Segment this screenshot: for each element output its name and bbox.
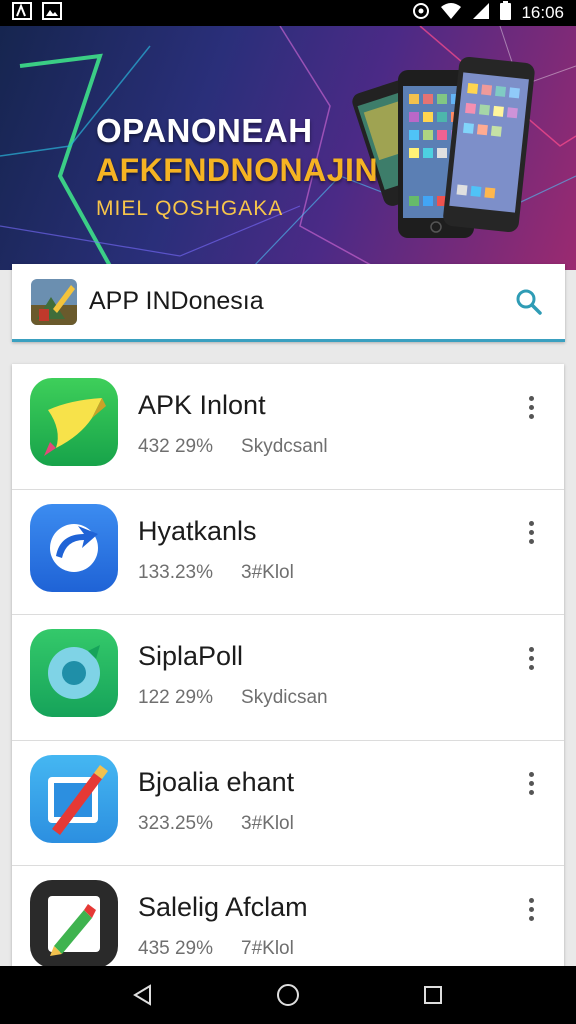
app-stat: 435 29% (138, 938, 214, 959)
home-icon (276, 984, 299, 1006)
banner-subheadline: AFKFNDNONAJIN (96, 152, 379, 188)
pencil-icon (30, 880, 118, 968)
app-stat: 122 29% (138, 687, 214, 708)
hotspot-icon (412, 2, 430, 25)
recents-button[interactable] (413, 975, 453, 1015)
battery-icon (500, 1, 512, 25)
banner-headline: OPANONEAH (96, 112, 313, 149)
app-store-title: APP INDonesıa (89, 287, 264, 315)
wifi-icon (440, 2, 462, 25)
app-stat: 323.25% (138, 812, 214, 834)
navigation-bar (0, 966, 576, 1024)
app-developer: 3#Klol (241, 561, 294, 583)
app-search-bar[interactable]: APP INDonesıa (12, 264, 565, 342)
search-button[interactable] (509, 282, 549, 322)
app-name: Bjoalia ehant (138, 766, 295, 797)
banner-tagline: MIEL QOSHGAKA (96, 197, 284, 220)
home-button[interactable] (268, 975, 308, 1015)
list-item[interactable]: APK Inlont 432 29% Skydcsanl (12, 364, 564, 490)
app-developer: 3#Klol (241, 812, 294, 834)
app-developer: Skydicsan (241, 687, 328, 708)
app-name: APK Inlont (138, 390, 266, 420)
list-item[interactable]: Bjoalia ehant 323.25% 3#Klol (12, 741, 564, 866)
app-list: APK Inlont 432 29% Skydcsanl Hyatkanls 1… (12, 364, 564, 968)
signal-icon (472, 2, 490, 25)
list-item[interactable]: Hyatkanls 133.23% 3#Klol (12, 490, 564, 615)
app-developer: 7#Klol (241, 938, 294, 959)
app-name: Salelig Afclam (138, 892, 308, 922)
list-item[interactable]: SiplaPoll 122 29% Skydicsan (12, 615, 564, 741)
more-options-button[interactable] (516, 392, 546, 422)
back-button[interactable] (123, 975, 163, 1015)
search-icon (516, 289, 542, 315)
app-stat: 432 29% (138, 436, 214, 457)
more-options-button[interactable] (516, 643, 546, 673)
app-stat: 133.23% (138, 561, 214, 583)
status-bar: 16:06 (0, 0, 576, 26)
more-options-button[interactable] (516, 769, 546, 799)
app-logo-icon (31, 278, 77, 325)
more-options-button[interactable] (516, 894, 546, 924)
banner-text: OPANONEAH AFKFNDNONAJIN MIEL QOSHGAKA (96, 112, 378, 221)
promo-banner[interactable]: OPANONEAH AFKFNDNONAJIN MIEL QOSHGAKA (0, 26, 576, 270)
status-time: 16:06 (521, 3, 564, 22)
app-developer: Skydcsanl (241, 436, 328, 457)
back-icon (132, 984, 151, 1006)
ring-icon (30, 629, 118, 717)
brush-icon (30, 754, 118, 843)
recents-icon (424, 986, 443, 1004)
refresh-arrow-icon (30, 503, 118, 592)
list-item[interactable]: Salelig Afclam 435 29% 7#Klol (12, 866, 564, 968)
a-icon (12, 1, 32, 25)
app-name: Hyatkanls (138, 515, 257, 546)
more-options-button[interactable] (516, 518, 546, 548)
banana-pen-icon (30, 378, 118, 466)
app-name: SiplaPoll (138, 641, 244, 671)
image-icon (42, 1, 62, 25)
